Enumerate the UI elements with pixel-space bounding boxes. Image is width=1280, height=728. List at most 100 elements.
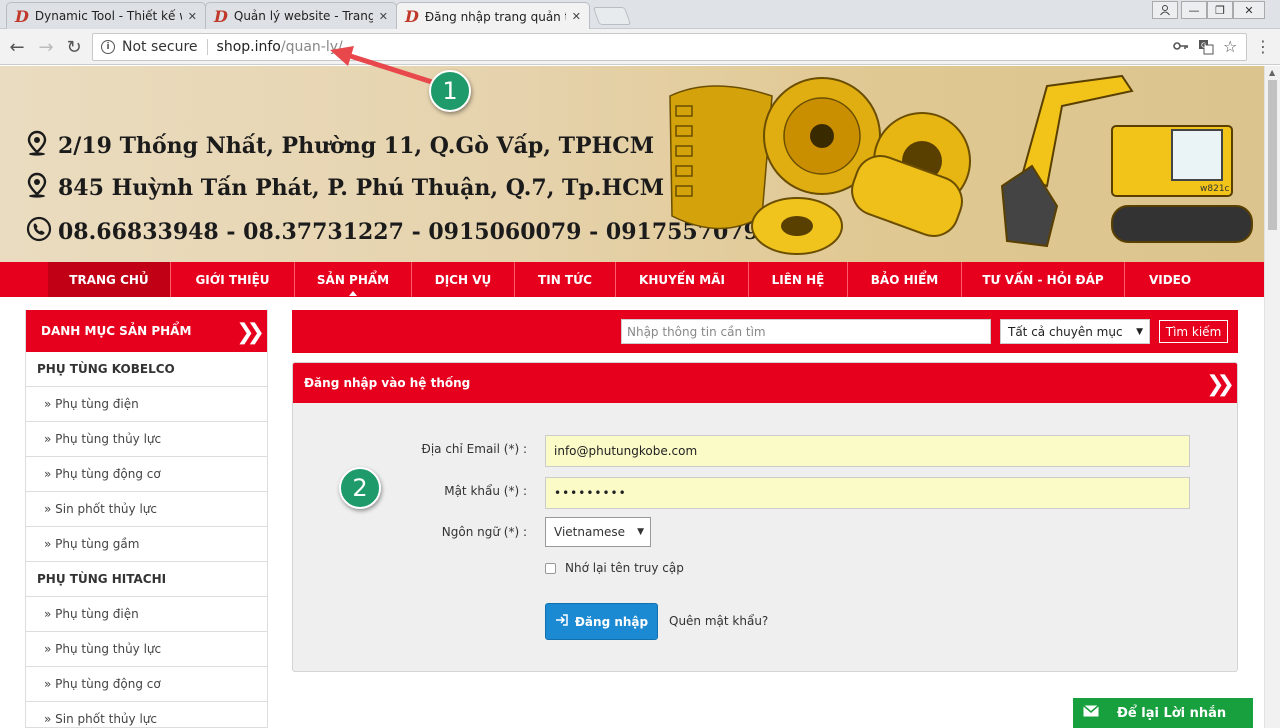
subcategory-label: » Phụ tùng động cơ <box>44 677 161 691</box>
category-select[interactable]: Tất cả chuyên mục ▼ <box>1000 319 1150 344</box>
password-field[interactable]: ••••••••• <box>545 477 1190 509</box>
nav-label: TRANG CHỦ <box>69 272 149 287</box>
list-item[interactable]: » Phụ tùng động cơ <box>26 667 267 702</box>
forgot-password-link[interactable]: Quên mật khẩu? <box>669 614 768 628</box>
url-host: shop.info <box>216 39 281 55</box>
list-item[interactable]: » Phụ tùng thủy lực <box>26 422 267 457</box>
remember-checkbox[interactable] <box>545 562 556 574</box>
list-item[interactable]: » Phụ tùng điện <box>26 597 267 632</box>
nav-item-san-pham[interactable]: SẢN PHẨM <box>295 262 412 297</box>
language-value: Vietnamese <box>554 525 626 539</box>
back-icon[interactable]: ← <box>6 37 28 58</box>
nav-item-khuyen-mai[interactable]: KHUYẾN MÃI <box>616 262 749 297</box>
sign-in-icon <box>555 613 569 631</box>
tab-strip: D Dynamic Tool - Thiết kế w ✕ D Quản lý … <box>0 0 1280 30</box>
minimize-icon[interactable]: — <box>1181 1 1207 19</box>
list-item[interactable]: » Sin phốt thủy lực <box>26 492 267 527</box>
leave-message-button[interactable]: Để lại Lời nhắn <box>1073 698 1253 728</box>
list-item[interactable]: » Phụ tùng điện <box>26 387 267 422</box>
info-icon[interactable]: i <box>101 40 115 54</box>
nav-item-video[interactable]: VIDEO <box>1125 262 1215 297</box>
security-indicator[interactable]: Not secure <box>122 39 198 55</box>
list-item[interactable]: » Phụ tùng động cơ <box>26 457 267 492</box>
restore-icon[interactable]: ❐ <box>1207 1 1233 19</box>
map-pin-icon <box>26 130 48 161</box>
tab-close-icon[interactable]: ✕ <box>572 10 581 23</box>
category-select-value: Tất cả chuyên mục <box>1008 324 1123 339</box>
address-line-2: 845 Huỳnh Tấn Phát, P. Phú Thuận, Q.7, T… <box>26 172 664 203</box>
tab-dang-nhap[interactable]: D Đăng nhập trang quản tr ✕ <box>396 2 590 30</box>
sidebar-header: DANH MỤC SẢN PHẨM ❯❯ <box>26 310 267 352</box>
email-field[interactable]: info@phutungkobe.com <box>545 435 1190 467</box>
search-input[interactable] <box>621 319 991 344</box>
list-item[interactable]: » Phụ tùng thủy lực <box>26 632 267 667</box>
map-pin-icon <box>26 172 48 203</box>
subcategory-label: » Phụ tùng thủy lực <box>44 432 162 446</box>
nav-item-gioi-thieu[interactable]: GIỚI THIỆU <box>171 262 295 297</box>
menu-icon[interactable]: ⋮ <box>1252 37 1274 56</box>
envelope-icon <box>1083 704 1099 721</box>
email-value: info@phutungkobe.com <box>554 444 698 458</box>
scrollbar-thumb[interactable] <box>1268 80 1277 230</box>
tab-quan-ly-website[interactable]: D Quản lý website - Trang Q ✕ <box>205 2 397 29</box>
double-chevron-icon: ❯❯ <box>1206 372 1235 397</box>
badge-number: 2 <box>352 474 368 502</box>
machine-model-label: w821c <box>1200 184 1230 194</box>
category-kobelco[interactable]: PHỤ TÙNG KOBELCO <box>26 352 267 387</box>
nav-label: LIÊN HỆ <box>771 272 825 287</box>
page-scrollbar[interactable]: ▲ <box>1264 66 1280 728</box>
tab-dynamic-tool[interactable]: D Dynamic Tool - Thiết kế w ✕ <box>6 2 206 29</box>
search-bar: Tất cả chuyên mục ▼ Tìm kiếm <box>292 310 1238 353</box>
close-icon[interactable]: ✕ <box>1233 1 1265 19</box>
nav-item-tu-van-hoi-dap[interactable]: TƯ VẤN - HỎI ĐÁP <box>962 262 1125 297</box>
dropdown-arrow-icon: ▼ <box>1136 326 1143 337</box>
subcategory-label: » Phụ tùng điện <box>44 607 139 621</box>
user-icon[interactable] <box>1152 1 1178 19</box>
site-favicon-icon: D <box>15 6 29 26</box>
remember-me[interactable]: Nhớ lại tên truy cập <box>545 561 684 575</box>
address-text: 845 Huỳnh Tấn Phát, P. Phú Thuận, Q.7, T… <box>58 174 665 201</box>
nav-item-tin-tuc[interactable]: TIN TỨC <box>515 262 616 297</box>
badge-number: 1 <box>442 77 458 105</box>
browser-window: D Dynamic Tool - Thiết kế w ✕ D Quản lý … <box>0 0 1280 728</box>
site-header-banner: 2/19 Thống Nhất, Phường 11, Q.Gò Vấp, TP… <box>0 66 1264 262</box>
email-label: Địa chỉ Email (*) : <box>421 442 527 456</box>
login-panel: Đăng nhập vào hệ thống ❯❯ Địa chỉ Email … <box>292 362 1238 672</box>
nav-label: KHUYẾN MÃI <box>639 272 725 287</box>
tab-close-icon[interactable]: ✕ <box>188 10 197 23</box>
nav-item-bao-hiem[interactable]: BẢO HIỂM <box>848 262 962 297</box>
tab-close-icon[interactable]: ✕ <box>379 10 388 23</box>
scroll-up-icon[interactable]: ▲ <box>1269 68 1275 77</box>
subcategory-label: » Phụ tùng thủy lực <box>44 642 162 656</box>
browser-toolbar: ← → ↻ i Not secure shop.info/quan-ly/ G … <box>0 29 1280 65</box>
message-label: Để lại Lời nhắn <box>1117 705 1227 721</box>
product-category-sidebar: DANH MỤC SẢN PHẨM ❯❯ PHỤ TÙNG KOBELCO » … <box>25 310 268 728</box>
nav-item-lien-he[interactable]: LIÊN HỆ <box>749 262 848 297</box>
address-bar[interactable]: i Not secure shop.info/quan-ly/ G ☆ <box>92 33 1247 61</box>
list-item[interactable]: » Phụ tùng gầm <box>26 527 267 562</box>
nav-item-dich-vu[interactable]: DỊCH VỤ <box>412 262 515 297</box>
category-label: PHỤ TÙNG KOBELCO <box>37 362 175 376</box>
annotation-badge-2: 2 <box>339 467 381 509</box>
nav-label: TƯ VẤN - HỎI ĐÁP <box>982 272 1104 287</box>
address-line-1: 2/19 Thống Nhất, Phường 11, Q.Gò Vấp, TP… <box>26 130 654 161</box>
login-button[interactable]: Đăng nhập <box>545 603 658 640</box>
list-item[interactable]: » Sin phốt thủy lực <box>26 702 267 727</box>
nav-label: SẢN PHẨM <box>316 272 390 287</box>
forward-icon[interactable]: → <box>35 37 57 58</box>
nav-item-trang-chu[interactable]: TRANG CHỦ <box>48 262 171 297</box>
language-select[interactable]: Vietnamese ▼ <box>545 517 651 547</box>
language-label: Ngôn ngữ (*) : <box>441 525 527 539</box>
star-icon[interactable]: ☆ <box>1223 37 1237 56</box>
login-button-label: Đăng nhập <box>574 614 649 629</box>
category-hitachi[interactable]: PHỤ TÙNG HITACHI <box>26 562 267 597</box>
reload-icon[interactable]: ↻ <box>63 37 85 58</box>
nav-label: DỊCH VỤ <box>434 272 492 287</box>
excavator-parts-image: w821c <box>669 74 1253 255</box>
translate-icon[interactable]: G <box>1198 39 1214 59</box>
new-tab-button[interactable] <box>592 7 632 25</box>
search-button[interactable]: Tìm kiếm <box>1159 320 1228 343</box>
login-title: Đăng nhập vào hệ thống <box>304 376 471 390</box>
key-icon[interactable] <box>1173 39 1189 57</box>
tab-title: Dynamic Tool - Thiết kế w <box>34 9 182 23</box>
